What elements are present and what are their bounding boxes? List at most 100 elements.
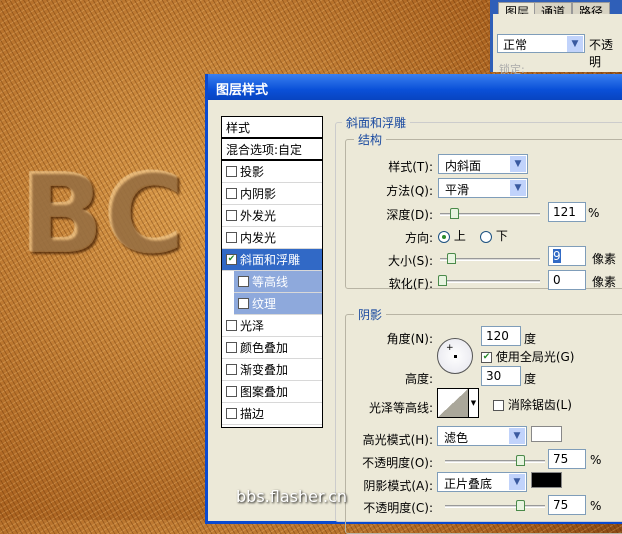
technique-select[interactable]: 平滑 ▼ [438, 178, 528, 198]
size-label: 大小(S): [387, 254, 433, 268]
soften-slider[interactable] [438, 275, 540, 286]
size-input[interactable]: 9 [548, 246, 586, 266]
style-item[interactable]: 渐变叠加 [222, 359, 322, 381]
layer-style-dialog: 图层样式 样式 混合选项:自定 投影 内阴影 外发光 内发光 ✔ 斜面和浮雕 等高线 纹理 光泽 颜色… [205, 74, 622, 534]
style-item-label: 内阴影 [240, 187, 277, 201]
slider-thumb[interactable] [447, 253, 456, 264]
global-light-label: 使用全局光(G) [495, 350, 575, 364]
soften-input[interactable]: 0 [548, 270, 586, 290]
shadow-color-swatch[interactable] [531, 472, 562, 488]
angle-dial[interactable]: + [437, 338, 473, 374]
blend-mode-value: 正常 [503, 38, 528, 52]
checkbox-icon[interactable] [226, 320, 237, 331]
style-item[interactable]: 光泽 [222, 315, 322, 337]
style-item-label: 投影 [240, 165, 265, 179]
technique-value: 平滑 [445, 183, 470, 197]
slider-thumb[interactable] [516, 455, 525, 466]
style-label: 样式(T): [388, 160, 433, 174]
shadow-opacity-label: 不透明度(C): [363, 501, 433, 515]
style-item[interactable]: 等高线 [234, 271, 322, 293]
size-unit: 像素 [592, 252, 617, 266]
shadow-opacity-slider[interactable] [445, 500, 545, 511]
checkbox-icon[interactable] [238, 276, 249, 287]
style-item[interactable]: ✔ 斜面和浮雕 [222, 249, 322, 271]
style-select[interactable]: 内斜面 ▼ [438, 154, 528, 174]
highlight-mode-select[interactable]: 滤色 ▼ [437, 426, 527, 446]
shadow-opacity-unit: % [590, 499, 602, 513]
direction-up-radio[interactable]: 上 [438, 227, 466, 244]
size-value: 9 [553, 249, 561, 263]
crosshair-icon: + [446, 343, 454, 353]
radio-icon [438, 230, 450, 243]
style-item-label: 等高线 [252, 275, 289, 289]
style-item[interactable]: 投影 [222, 161, 322, 183]
shading-title: 阴影 [354, 306, 387, 323]
chevron-down-icon: ▼ [468, 389, 478, 417]
altitude-input[interactable]: 30 [481, 366, 521, 386]
direction-down-radio[interactable]: 下 [480, 227, 508, 244]
style-item[interactable]: 颜色叠加 [222, 337, 322, 359]
angle-input[interactable]: 120 [481, 326, 521, 346]
shadow-opacity-input[interactable]: 75 [548, 495, 586, 515]
checkbox-icon[interactable] [226, 364, 237, 375]
gloss-contour-picker[interactable]: ▼ [437, 388, 479, 418]
direction-down-label: 下 [495, 229, 508, 243]
size-slider[interactable] [440, 253, 540, 264]
style-value: 内斜面 [445, 159, 482, 173]
checkbox-checked-icon: ✔ [481, 352, 492, 363]
style-item-label: 描边 [240, 407, 265, 421]
depth-slider[interactable] [440, 208, 540, 219]
slider-thumb[interactable] [438, 275, 447, 286]
technique-label: 方法(Q): [386, 184, 433, 198]
layers-panel: 图层 通道 路径 正常 ▼ 不透明 锁定: [490, 0, 622, 76]
checkbox-icon[interactable] [238, 298, 249, 309]
depth-unit: % [588, 206, 600, 220]
style-item-label: 斜面和浮雕 [240, 253, 301, 267]
checkbox-icon[interactable] [226, 408, 237, 419]
radio-icon [480, 230, 492, 243]
style-item-label: 外发光 [240, 209, 277, 223]
checkbox-icon[interactable] [226, 232, 237, 243]
highlight-mode-label: 高光模式(H): [362, 433, 433, 447]
style-item-label: 图案叠加 [240, 385, 289, 399]
style-item[interactable]: 内发光 [222, 227, 322, 249]
style-item-label: 纹理 [252, 297, 277, 311]
checkbox-icon[interactable] [226, 342, 237, 353]
chevron-down-icon: ▼ [509, 474, 525, 490]
altitude-label: 高度: [404, 372, 433, 386]
blend-mode-select[interactable]: 正常 ▼ [497, 34, 585, 53]
highlight-opacity-input[interactable]: 75 [548, 449, 586, 469]
anti-alias-checkbox[interactable]: 消除锯齿(L) [493, 396, 572, 413]
style-item[interactable]: 内阴影 [222, 183, 322, 205]
checkbox-icon[interactable] [226, 166, 237, 177]
highlight-color-swatch[interactable] [531, 426, 562, 442]
gloss-contour-label: 光泽等高线: [368, 401, 433, 415]
slider-thumb[interactable] [516, 500, 525, 511]
style-item[interactable]: 外发光 [222, 205, 322, 227]
style-item[interactable]: 样式 [222, 117, 322, 139]
embossed-text: BC [20, 150, 185, 278]
shadow-mode-select[interactable]: 正片叠底 ▼ [437, 472, 527, 492]
altitude-unit: 度 [524, 372, 537, 386]
shadow-mode-label: 阴影模式(A): [363, 479, 433, 493]
highlight-opacity-label: 不透明度(O): [362, 456, 433, 470]
checkbox-icon[interactable] [226, 188, 237, 199]
dial-center [454, 355, 457, 358]
checkbox-checked-icon[interactable]: ✔ [226, 254, 237, 265]
style-item[interactable]: 混合选项:自定 [222, 139, 322, 161]
contour-preview [438, 389, 468, 417]
watermark: bbs.flasher.cn [236, 487, 348, 506]
depth-input[interactable]: 121 [548, 202, 586, 222]
style-item[interactable]: 描边 [222, 403, 322, 425]
bevel-title: 斜面和浮雕 [342, 114, 411, 131]
slider-thumb[interactable] [450, 208, 459, 219]
highlight-opacity-slider[interactable] [445, 455, 545, 466]
angle-label: 角度(N): [386, 332, 433, 346]
highlight-opacity-unit: % [590, 453, 602, 467]
style-item[interactable]: 图案叠加 [222, 381, 322, 403]
global-light-checkbox[interactable]: ✔ 使用全局光(G) [481, 348, 575, 365]
checkbox-icon[interactable] [226, 210, 237, 221]
checkbox-icon[interactable] [226, 386, 237, 397]
style-item[interactable]: 纹理 [234, 293, 322, 315]
highlight-mode-value: 滤色 [444, 431, 469, 445]
